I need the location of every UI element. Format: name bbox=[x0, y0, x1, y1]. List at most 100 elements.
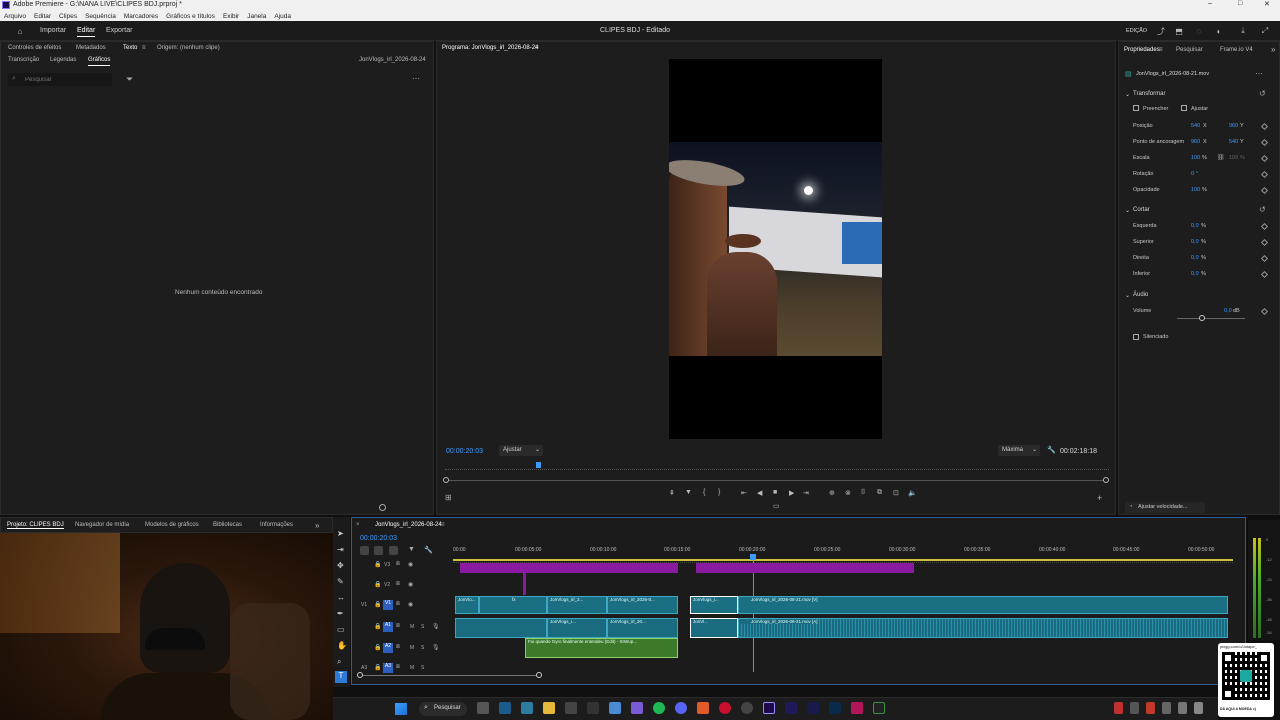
tab-project[interactable]: Projeto: CLIPES BDJ bbox=[7, 522, 64, 529]
video-frame[interactable] bbox=[669, 59, 882, 439]
video-clip[interactable]: JonVlo... bbox=[455, 596, 479, 614]
expand-icon[interactable]: » bbox=[1271, 45, 1275, 54]
mark-out-icon[interactable]: } bbox=[718, 489, 720, 496]
fit-dropdown[interactable]: Ajustar ⌄ bbox=[499, 445, 543, 456]
tray-icon[interactable] bbox=[1114, 702, 1123, 714]
tab-transcription[interactable]: Transcrição bbox=[8, 57, 39, 63]
keyframe-toggle-icon[interactable] bbox=[1260, 238, 1269, 247]
tab-edit[interactable]: Editar bbox=[77, 27, 96, 37]
audio-clip[interactable] bbox=[455, 618, 547, 638]
menu-markers[interactable]: Marcadores bbox=[124, 13, 158, 20]
tab-graphics[interactable]: Gráficos bbox=[88, 57, 111, 66]
maximize-button[interactable]: □ bbox=[1238, 0, 1242, 7]
menu-edit[interactable]: Editar bbox=[34, 13, 51, 20]
keyframe-toggle-icon[interactable] bbox=[1260, 307, 1269, 316]
timeline-settings-icon[interactable]: 🔧 bbox=[424, 546, 433, 554]
monitor-menu-icon[interactable]: ≡ bbox=[535, 45, 539, 51]
keyframe-toggle-icon[interactable] bbox=[1260, 222, 1269, 231]
mute-checkbox[interactable] bbox=[1133, 334, 1139, 340]
notification-icon[interactable]: ◐ bbox=[1214, 26, 1224, 36]
file-explorer-icon[interactable] bbox=[543, 702, 555, 714]
media-encoder-icon[interactable] bbox=[785, 702, 797, 714]
timeline-menu-icon[interactable]: ≡ bbox=[441, 522, 445, 528]
sync-lock-icon[interactable]: ⧈ bbox=[396, 581, 400, 588]
work-area-bar[interactable] bbox=[453, 559, 1233, 561]
fit-label[interactable]: Ajustar bbox=[1191, 106, 1208, 112]
v2-clip-marker[interactable] bbox=[523, 573, 526, 595]
tray-icon[interactable] bbox=[1162, 702, 1171, 714]
adjustment-layer-clip[interactable] bbox=[460, 563, 678, 573]
snap-icon[interactable] bbox=[374, 546, 383, 555]
track-target-a1[interactable]: A1 bbox=[383, 622, 393, 632]
eye-icon[interactable]: ◉ bbox=[408, 581, 413, 588]
crop-bottom-value[interactable]: 0,0 bbox=[1191, 271, 1199, 277]
task-view-icon[interactable] bbox=[477, 702, 489, 714]
lock-icon[interactable]: 🔒 bbox=[374, 664, 381, 671]
sync-lock-icon[interactable]: ⧈ bbox=[396, 561, 400, 568]
lock-icon[interactable]: 🔒 bbox=[374, 644, 381, 651]
adjustment-layer-clip[interactable] bbox=[696, 563, 914, 573]
music-clip[interactable]: Foi quando Gyro finalmente entendeu (Edi… bbox=[525, 638, 678, 658]
sync-lock-icon[interactable]: ⧈ bbox=[396, 644, 400, 651]
tab-metadata[interactable]: Metadados bbox=[76, 45, 106, 51]
tab-info[interactable]: Informações bbox=[260, 522, 293, 528]
obs-icon[interactable] bbox=[741, 702, 753, 714]
discord-icon[interactable] bbox=[675, 702, 687, 714]
audio-chevron-icon[interactable]: ⌄ bbox=[1125, 292, 1130, 299]
tab-source[interactable]: Origem: (nenhum clipe) bbox=[157, 45, 220, 51]
track-select-icon[interactable]: ⇥ bbox=[337, 545, 344, 554]
tab-captions[interactable]: Legendas bbox=[50, 57, 76, 63]
go-to-out-icon[interactable]: ⇥ bbox=[803, 489, 809, 497]
reset-crop-icon[interactable]: ↺ bbox=[1259, 205, 1266, 214]
keyframe-toggle-icon[interactable] bbox=[1260, 122, 1269, 131]
more-options-icon[interactable]: ⋯ bbox=[412, 74, 420, 83]
fill-label[interactable]: Preencher bbox=[1143, 106, 1168, 112]
scroll-handle-right[interactable] bbox=[1103, 477, 1109, 483]
fit-icon[interactable] bbox=[1181, 105, 1187, 111]
monitor-playhead[interactable] bbox=[535, 462, 541, 468]
export-frame-icon[interactable]: ⊞ bbox=[445, 493, 452, 502]
zoom-slider-handle[interactable] bbox=[379, 504, 386, 511]
razor-tool-icon[interactable]: ✎ bbox=[337, 577, 344, 586]
audio-clip[interactable]: JonVlogs_irl_2026-08-21.mov [A] bbox=[738, 618, 1228, 638]
steam-icon[interactable] bbox=[499, 702, 511, 714]
microphone-icon[interactable]: 🎙 bbox=[432, 623, 440, 630]
tab-media-browser[interactable]: Navegador de mídia bbox=[75, 522, 129, 528]
track-target-v1[interactable]: V1 bbox=[383, 600, 393, 610]
menu-view[interactable]: Exibir bbox=[223, 13, 239, 20]
lock-icon[interactable]: 🔒 bbox=[374, 623, 381, 630]
volume-slider-handle[interactable] bbox=[1199, 315, 1205, 321]
search-input[interactable] bbox=[25, 75, 105, 84]
sync-lock-icon[interactable]: ⧈ bbox=[396, 601, 400, 608]
selection-tool-icon[interactable]: ➤ bbox=[337, 529, 344, 538]
scale-width-value[interactable]: 100 bbox=[1229, 155, 1238, 161]
monitor-scrollbar[interactable] bbox=[445, 480, 1109, 481]
fill-icon[interactable] bbox=[1133, 105, 1139, 111]
speed-button[interactable]: ◔ Ajustar velocidade... bbox=[1125, 502, 1205, 513]
lock-icon[interactable]: 🔒 bbox=[374, 561, 381, 568]
menu-clips[interactable]: Clipes bbox=[59, 13, 77, 20]
link-icon[interactable]: ⛓ bbox=[1217, 154, 1225, 161]
crop-top-value[interactable]: 0,0 bbox=[1191, 239, 1199, 245]
menu-window[interactable]: Janela bbox=[247, 13, 266, 20]
vr-icon[interactable]: ⊡ bbox=[893, 489, 899, 497]
sync-lock-icon[interactable]: ⧈ bbox=[396, 664, 400, 671]
keyframe-toggle-icon[interactable] bbox=[1260, 254, 1269, 263]
eye-icon[interactable]: ◉ bbox=[408, 601, 413, 608]
step-back-icon[interactable]: ◀ bbox=[757, 489, 762, 497]
photoshop-icon[interactable] bbox=[829, 702, 841, 714]
scroll-handle-left[interactable] bbox=[357, 672, 363, 678]
video-clip[interactable]: JonVlogs_i... bbox=[690, 596, 738, 614]
audio-clip[interactable]: JonVl... bbox=[690, 618, 738, 638]
slip-tool-icon[interactable]: ↔ bbox=[337, 593, 345, 602]
panel-menu-icon[interactable]: ≡ bbox=[142, 45, 146, 51]
keyframe-toggle-icon[interactable] bbox=[1260, 138, 1269, 147]
premiere-taskbar-icon[interactable] bbox=[763, 702, 775, 714]
camera-icon[interactable]: ⌷ bbox=[861, 489, 865, 497]
video-clip[interactable]: JonVlogs_irl_2026-08-21.mov [V] bbox=[738, 596, 1228, 614]
browser-icon[interactable] bbox=[697, 702, 709, 714]
opera-icon[interactable] bbox=[719, 702, 731, 714]
progress-icon[interactable]: ◌ bbox=[1194, 26, 1204, 36]
timeline-scrollbar[interactable] bbox=[359, 675, 539, 676]
menu-help[interactable]: Ajuda bbox=[274, 13, 291, 20]
